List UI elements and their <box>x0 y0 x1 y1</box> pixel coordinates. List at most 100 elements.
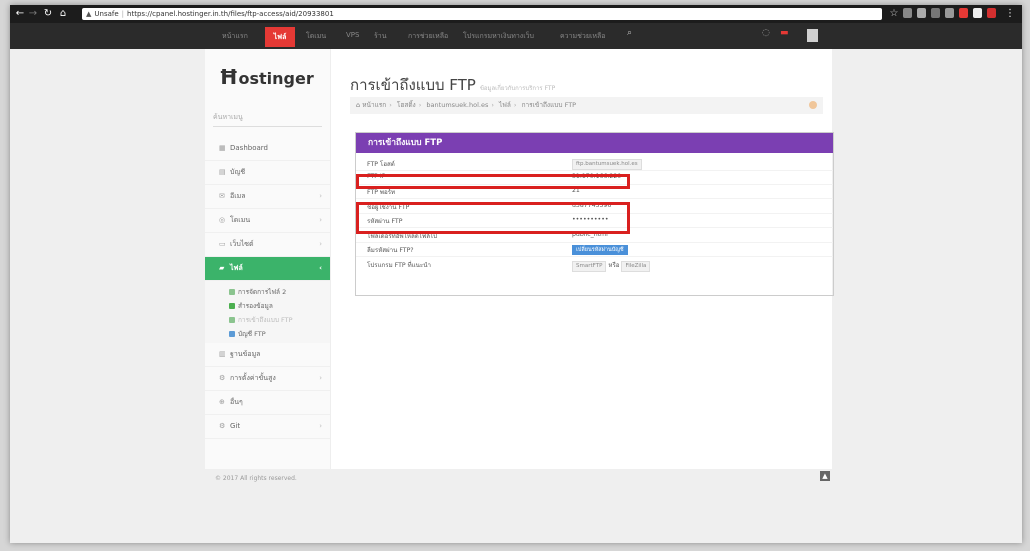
extension-icon[interactable] <box>945 8 954 18</box>
chevron-icon: ‹ <box>319 264 322 272</box>
notification-icon[interactable]: ◌ <box>762 28 770 38</box>
extension-icon[interactable] <box>959 8 968 18</box>
ftp-account-icon <box>229 331 235 337</box>
top-navigation: หน้าแรก ไฟล์ โดเมน VPS ร้าน การช่วยเหลือ… <box>10 23 1022 49</box>
sidebar-item-files[interactable]: ▰ ไฟล์ ‹ <box>205 257 330 281</box>
flag-icon[interactable]: ▬ <box>780 28 789 38</box>
extension-icon[interactable] <box>931 8 940 18</box>
nav-home[interactable]: หน้าแรก <box>222 31 248 42</box>
sidebar-item-dashboard[interactable]: ▦ Dashboard <box>205 137 330 161</box>
nav-vps[interactable]: VPS <box>346 31 359 39</box>
sidebar-menu: ▦ Dashboard ▤ บัญชี ✉ อีเมล › ◎ โดเมน › ▭ เว็บไ… <box>205 137 330 439</box>
chevron-icon: › <box>319 422 322 430</box>
chevron-icon: › <box>319 374 322 382</box>
sidebar-item-git[interactable]: ⚙ Git › <box>205 415 330 439</box>
or-text: หรือ <box>608 262 620 269</box>
globe-icon: ◎ <box>219 216 226 224</box>
extension-icon[interactable] <box>973 8 982 18</box>
filezilla-link[interactable]: FileZilla <box>621 261 651 272</box>
panel-title: การเข้าถึงแบบ FTP <box>356 133 833 153</box>
breadcrumb-domain[interactable]: bantumsuek.hol.es <box>426 101 488 109</box>
extension-icon[interactable] <box>987 8 996 18</box>
url-text: https://cpanel.hostinger.in.th/files/ftp… <box>127 10 334 18</box>
browser-toolbar: ← → ↻ ⌂ ▲ Unsafe | https://cpanel.hostinger… <box>10 5 1022 23</box>
sidebar-item-label: โดเมน <box>230 216 251 224</box>
search-icon[interactable]: ⌕ <box>627 28 632 38</box>
chevron-icon: › <box>319 216 322 224</box>
sidebar-item-label: การตั้งค่าขั้นสูง <box>230 374 276 382</box>
sidebar-item-website[interactable]: ▭ เว็บไซต์ › <box>205 233 330 257</box>
forward-icon[interactable]: → <box>27 7 39 21</box>
sidebar: Ħostinger ค้นหาเมนู ▦ Dashboard ▤ บัญชี ✉ อ… <box>205 49 331 469</box>
nav-domains[interactable]: โดเมน <box>306 31 326 42</box>
reload-icon[interactable]: ↻ <box>42 7 54 21</box>
nav-hosting-active[interactable]: ไฟล์ <box>265 27 295 47</box>
sidebar-item-database[interactable]: ▥ ฐานข้อมูล <box>205 343 330 367</box>
mail-icon: ✉ <box>219 192 225 200</box>
change-password-button[interactable]: เปลี่ยนรหัสผ่านบัญชี <box>572 245 628 255</box>
breadcrumb-files[interactable]: ไฟล์ <box>499 101 511 109</box>
address-bar[interactable]: ▲ Unsafe | https://cpanel.hostinger.in.th/f… <box>82 8 882 20</box>
footer: © 2017 All rights reserved. ▲ <box>205 469 832 499</box>
smartftp-link[interactable]: SmartFTP <box>572 261 607 272</box>
url-security-label: Unsafe <box>94 10 119 18</box>
submenu-label: การเข้าถึงแบบ FTP <box>238 316 293 324</box>
submenu-backup[interactable]: สำรองข้อมูล <box>205 299 330 313</box>
extension-icon[interactable] <box>903 8 912 18</box>
sidebar-item-label: ฐานข้อมูล <box>230 350 261 358</box>
main-page: Ħostinger ค้นหาเมนู ▦ Dashboard ▤ บัญชี ✉ อ… <box>205 49 834 482</box>
copyright-text: © 2017 All rights reserved. <box>215 475 297 482</box>
ftp-icon <box>229 317 235 323</box>
logo-text: ostinger <box>238 69 314 88</box>
home-icon[interactable]: ⌂ <box>356 101 360 109</box>
row-label: ลืมรหัสผ่าน FTP? <box>367 247 414 254</box>
table-row: โปรแกรม FTP ที่แนะนำ SmartFTP หรือ FileZi… <box>356 257 833 272</box>
avatar[interactable] <box>807 29 818 42</box>
nav-affiliate[interactable]: โปรแกรมหาเงินทางเว็บ <box>463 31 534 42</box>
page-title: การเข้าถึงแบบ FTP ข้อมูลเกี่ยวกับการบริกา… <box>350 73 555 97</box>
submenu-label: สำรองข้อมูล <box>238 302 273 310</box>
sidebar-item-account[interactable]: ▤ บัญชี <box>205 161 330 185</box>
submenu-ftp-access[interactable]: การเข้าถึงแบบ FTP <box>205 313 330 327</box>
sidebar-item-label: Dashboard <box>230 144 268 152</box>
sidebar-item-label: ไฟล์ <box>230 264 243 272</box>
nav-store[interactable]: ร้าน <box>374 31 386 42</box>
nav-help[interactable]: การช่วยเหลือ <box>408 31 448 42</box>
table-row: FTP โฮสต์ ftp.bantumsuek.hol.es <box>356 156 833 171</box>
file-manager-icon <box>229 289 235 295</box>
refresh-icon[interactable] <box>809 101 817 109</box>
monitor-icon: ▭ <box>219 240 226 248</box>
folder-icon: ▰ <box>219 264 225 272</box>
backup-icon <box>229 303 235 309</box>
scroll-top-icon[interactable]: ▲ <box>820 471 830 481</box>
chevron-icon: › <box>319 192 322 200</box>
row-label: FTP โฮสต์ <box>367 161 395 168</box>
submenu-ftp-accounts[interactable]: บัญชี FTP <box>205 327 330 341</box>
back-icon[interactable]: ← <box>14 7 26 21</box>
extension-icon[interactable] <box>917 8 926 18</box>
gears-icon: ⚙ <box>219 374 226 382</box>
submenu-file-manager[interactable]: การจัดการไฟล์ 2 <box>205 285 330 299</box>
logo-mark-icon: Ħ <box>219 65 239 89</box>
breadcrumb-hosting[interactable]: โฮสติ้ง <box>397 101 416 109</box>
chevron-icon: › <box>319 240 322 248</box>
sidebar-search-input[interactable]: ค้นหาเมนู <box>213 109 322 127</box>
sidebar-item-label: เว็บไซต์ <box>230 240 254 248</box>
files-submenu: การจัดการไฟล์ 2 สำรองข้อมูล การเข้าถึงแบ… <box>205 281 330 343</box>
table-row: ลืมรหัสผ่าน FTP? เปลี่ยนรหัสผ่านบัญชี <box>356 242 833 257</box>
breadcrumb-home[interactable]: หน้าแรก <box>362 101 386 109</box>
highlight-ftp-ip <box>356 174 630 189</box>
logo[interactable]: Ħostinger <box>219 65 314 89</box>
sidebar-item-domains[interactable]: ◎ โดเมน › <box>205 209 330 233</box>
home-icon[interactable]: ⌂ <box>57 7 69 21</box>
plus-icon: ⊕ <box>219 398 225 406</box>
sidebar-item-other[interactable]: ⊕ อื่นๆ <box>205 391 330 415</box>
warning-icon: ▲ <box>86 10 92 18</box>
nav-support[interactable]: ความช่วยเหลือ <box>560 31 605 42</box>
database-icon: ▥ <box>219 350 226 358</box>
menu-icon[interactable]: ⋮ <box>1004 7 1016 21</box>
sidebar-item-advanced[interactable]: ⚙ การตั้งค่าขั้นสูง › <box>205 367 330 391</box>
star-icon[interactable]: ☆ <box>888 7 900 21</box>
ftp-host-value[interactable]: ftp.bantumsuek.hol.es <box>572 159 642 170</box>
sidebar-item-email[interactable]: ✉ อีเมล › <box>205 185 330 209</box>
